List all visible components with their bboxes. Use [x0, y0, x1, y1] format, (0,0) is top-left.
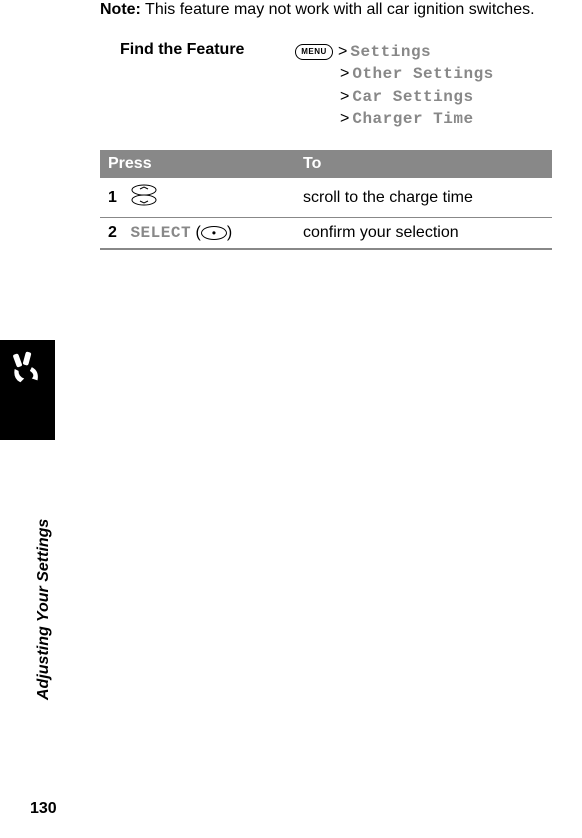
soft-key-icon: •: [201, 226, 227, 240]
chevron-right-icon: >: [340, 108, 349, 130]
page-number: 130: [30, 800, 57, 818]
step-action: confirm your selection: [295, 218, 552, 250]
select-label: SELECT: [130, 224, 191, 242]
step-number: 2: [108, 224, 126, 242]
section-title: Adjusting Your Settings: [35, 519, 53, 700]
nav-other-settings: Other Settings: [352, 63, 493, 85]
instruction-table: Press To 1 scroll to the charge time 2: [100, 150, 552, 250]
chevron-right-icon: >: [338, 41, 347, 63]
side-tab-icon: [0, 340, 55, 440]
chevron-right-icon: >: [340, 86, 349, 108]
header-to: To: [295, 150, 552, 178]
step-action: scroll to the charge time: [295, 178, 552, 218]
scroll-up-down-icon: [130, 184, 158, 211]
chevron-right-icon: >: [340, 63, 349, 85]
nav-settings: Settings: [350, 41, 431, 63]
nav-path: MENU > Settings > Other Settings > Car S…: [295, 41, 552, 131]
nav-charger-time: Charger Time: [352, 108, 473, 130]
nav-car-settings: Car Settings: [352, 86, 473, 108]
table-header-row: Press To: [100, 150, 552, 178]
table-row: 2 SELECT (•) confirm your selection: [100, 218, 552, 250]
table-row: 1 scroll to the charge time: [100, 178, 552, 218]
menu-key-icon: MENU: [295, 44, 333, 60]
find-the-feature: Find the Feature MENU > Settings > Other…: [100, 41, 552, 131]
note-body: This feature may not work with all car i…: [141, 1, 535, 18]
note-label: Note:: [100, 1, 141, 18]
header-press: Press: [100, 150, 295, 178]
note-text: Note: This feature may not work with all…: [100, 0, 552, 21]
step-number: 1: [108, 189, 126, 207]
find-feature-label: Find the Feature: [120, 41, 295, 131]
